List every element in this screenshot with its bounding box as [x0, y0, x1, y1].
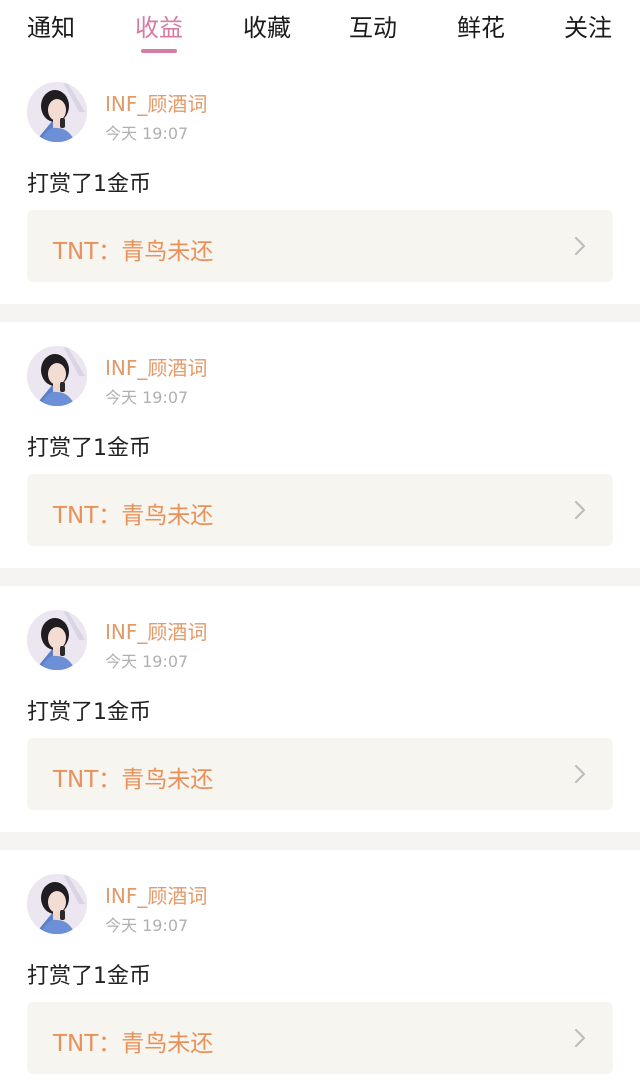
timestamp: 今天 19:07: [105, 652, 189, 671]
tab-following[interactable]: 关注: [553, 10, 623, 46]
notification-message: 打赏了1金币: [27, 172, 151, 197]
notification-item: INF_顾酒词 今天 19:07 打赏了1金币 TNT：青鸟未还: [0, 322, 640, 568]
notification-list: INF_顾酒词 今天 19:07 打赏了1金币 TNT：青鸟未还 INF_顾酒词: [0, 58, 640, 1086]
timestamp: 今天 19:07: [105, 916, 189, 935]
work-link-title: TNT：青鸟未还: [53, 239, 214, 265]
tab-earnings[interactable]: 收益: [124, 10, 194, 53]
chevron-right-icon: [574, 764, 586, 784]
avatar[interactable]: [27, 610, 87, 670]
notification-item: INF_顾酒词 今天 19:07 打赏了1金币 TNT：青鸟未还: [0, 586, 640, 832]
divider: [0, 304, 640, 322]
divider: [0, 568, 640, 586]
username[interactable]: INF_顾酒词: [105, 352, 207, 381]
notification-message: 打赏了1金币: [27, 436, 151, 461]
timestamp: 今天 19:07: [105, 124, 189, 143]
work-link[interactable]: TNT：青鸟未还: [27, 738, 613, 810]
chevron-right-icon: [574, 500, 586, 520]
tab-notifications[interactable]: 通知: [16, 10, 86, 46]
divider: [0, 832, 640, 850]
tab-interactions[interactable]: 互动: [338, 10, 408, 46]
notification-message: 打赏了1金币: [27, 964, 151, 989]
tab-earnings-label: 收益: [135, 14, 183, 42]
timestamp: 今天 19:07: [105, 388, 189, 407]
avatar[interactable]: [27, 874, 87, 934]
chevron-right-icon: [574, 1028, 586, 1048]
username[interactable]: INF_顾酒词: [105, 88, 207, 117]
notification-message: 打赏了1金币: [27, 700, 151, 725]
active-tab-indicator: [141, 49, 177, 53]
work-link[interactable]: TNT：青鸟未还: [27, 1002, 613, 1074]
work-link-title: TNT：青鸟未还: [53, 767, 214, 793]
avatar[interactable]: [27, 346, 87, 406]
username[interactable]: INF_顾酒词: [105, 880, 207, 909]
avatar[interactable]: [27, 82, 87, 142]
username[interactable]: INF_顾酒词: [105, 616, 207, 645]
notification-item: INF_顾酒词 今天 19:07 打赏了1金币 TNT：青鸟未还: [0, 850, 640, 1086]
work-link[interactable]: TNT：青鸟未还: [27, 474, 613, 546]
work-link-title: TNT：青鸟未还: [53, 1031, 214, 1057]
work-link[interactable]: TNT：青鸟未还: [27, 210, 613, 282]
chevron-right-icon: [574, 236, 586, 256]
tab-favorites[interactable]: 收藏: [232, 10, 302, 46]
notification-item: INF_顾酒词 今天 19:07 打赏了1金币 TNT：青鸟未还: [0, 58, 640, 304]
tab-bar: 通知 收益 收藏 互动 鲜花 关注: [0, 0, 640, 58]
work-link-title: TNT：青鸟未还: [53, 503, 214, 529]
tab-flowers[interactable]: 鲜花: [446, 10, 516, 46]
